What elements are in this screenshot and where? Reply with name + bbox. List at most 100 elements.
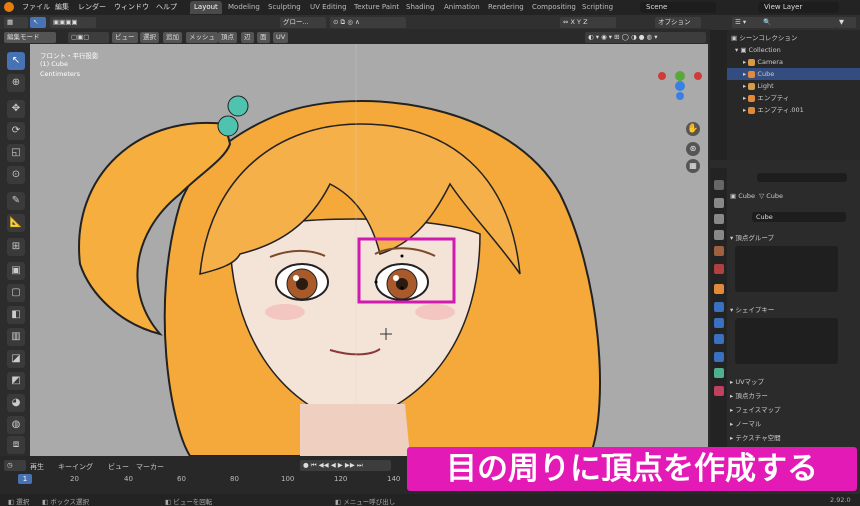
- annotate-icon[interactable]: ✎: [7, 192, 25, 210]
- poly-build-icon[interactable]: ◩: [7, 372, 25, 390]
- menu-edge[interactable]: 辺: [241, 32, 254, 43]
- menu-select[interactable]: 選択: [140, 32, 159, 43]
- menu-mesh[interactable]: メッシュ: [186, 32, 218, 43]
- menu-edit[interactable]: 編集: [55, 2, 69, 12]
- outliner-row-light[interactable]: ▸ Light: [727, 80, 860, 92]
- menu-view[interactable]: ビュー: [112, 32, 138, 43]
- vertex-colors-header[interactable]: ▸ 頂点カラー: [730, 390, 768, 400]
- cursor-icon[interactable]: ⊕: [7, 74, 25, 92]
- object-tab-icon[interactable]: [714, 284, 724, 294]
- measure-icon[interactable]: 📐: [7, 214, 25, 232]
- tab-rendering[interactable]: Rendering: [484, 1, 528, 14]
- menu-vertex[interactable]: 頂点: [218, 32, 237, 43]
- spin-icon[interactable]: ◕: [7, 394, 25, 412]
- mesh-name-field[interactable]: Cube: [752, 212, 846, 222]
- select-mode-toggle[interactable]: ▢▣▢: [68, 32, 109, 43]
- render-tab-icon[interactable]: [714, 198, 724, 208]
- tab-layout[interactable]: Layout: [190, 1, 222, 14]
- pivot-snap-buttons[interactable]: ⊙ ⧉ ◎ ∧: [330, 17, 406, 28]
- mesh-name-value: Cube: [756, 213, 773, 221]
- playback-menu[interactable]: 再生: [30, 462, 44, 472]
- particles-tab-icon[interactable]: [714, 318, 724, 328]
- shear-icon[interactable]: ⧈: [7, 436, 25, 454]
- keying-menu[interactable]: キーイング: [58, 462, 93, 472]
- options-dropdown[interactable]: オプション: [655, 17, 701, 28]
- menu-face[interactable]: 面: [257, 32, 270, 43]
- tab-shading[interactable]: Shading: [402, 1, 438, 14]
- modifier-tab-icon[interactable]: [714, 302, 724, 312]
- data-tab-icon[interactable]: [714, 368, 724, 378]
- tab-sculpting[interactable]: Sculpting: [264, 1, 305, 14]
- tab-animation[interactable]: Animation: [440, 1, 484, 14]
- menu-render[interactable]: レンダー: [78, 2, 106, 12]
- marker-menu[interactable]: マーカー: [136, 462, 164, 472]
- zoom-icon[interactable]: ✋: [686, 122, 700, 136]
- scene-collection-row[interactable]: ▣ シーンコレクション: [731, 32, 860, 44]
- perspective-toggle-icon[interactable]: ▦: [686, 159, 700, 173]
- menu-help[interactable]: ヘルプ: [156, 2, 177, 12]
- rotate-icon[interactable]: ⟳: [7, 122, 25, 140]
- select-box-icon[interactable]: ↖: [7, 52, 25, 70]
- view-menu[interactable]: ビュー: [108, 462, 129, 472]
- outliner-row-cube[interactable]: ▸ Cube: [727, 68, 860, 80]
- scene-selector[interactable]: Scene: [640, 2, 716, 13]
- playback-controls[interactable]: ● ⏮ ◀◀ ◀ ▶ ▶▶ ⏭: [300, 460, 391, 471]
- vertex-groups-header[interactable]: ▾ 頂点グループ: [730, 232, 774, 242]
- shape-keys-list[interactable]: [735, 318, 838, 364]
- view-layer-tab-icon[interactable]: [714, 230, 724, 240]
- add-cube-icon[interactable]: ⊞: [7, 238, 25, 256]
- knife-icon[interactable]: ◪: [7, 350, 25, 368]
- outliner-search[interactable]: 🔍: [760, 17, 836, 28]
- outliner-row-empty[interactable]: ▸ エンプティ: [727, 92, 860, 104]
- scale-icon[interactable]: ◱: [7, 144, 25, 162]
- tab-texture-paint[interactable]: Texture Paint: [350, 1, 403, 14]
- shading-buttons[interactable]: ◐ ▾ ◉ ▾ ⊞ ◯ ◑ ● ◍ ▾: [585, 32, 706, 43]
- bevel-icon[interactable]: ◧: [7, 306, 25, 324]
- texture-space-header[interactable]: ▸ テクスチャ空間: [730, 432, 781, 442]
- select-tool-icon[interactable]: ↖: [30, 17, 46, 28]
- tab-compositing[interactable]: Compositing: [528, 1, 580, 14]
- physics-tab-icon[interactable]: [714, 334, 724, 344]
- current-frame-indicator[interactable]: 1: [18, 474, 32, 484]
- extrude-icon[interactable]: ▣: [7, 262, 25, 280]
- blender-logo-icon[interactable]: [4, 2, 14, 12]
- world-tab-icon[interactable]: [714, 264, 724, 274]
- 3d-viewport[interactable]: フロント・平行投影 (1) Cube Centimeters ✋ ⊛ ▦: [30, 44, 708, 456]
- constraints-tab-icon[interactable]: [714, 352, 724, 362]
- mode-dropdown[interactable]: 編集モード: [4, 32, 56, 43]
- loop-cut-icon[interactable]: ▥: [7, 328, 25, 346]
- shape-keys-header[interactable]: ▾ シェイプキー: [730, 304, 774, 314]
- inset-icon[interactable]: ▢: [7, 284, 25, 302]
- editor-type-icon[interactable]: ▦: [4, 17, 28, 28]
- face-maps-header[interactable]: ▸ フェイスマップ: [730, 404, 780, 414]
- tool-tab-icon[interactable]: [714, 180, 724, 190]
- properties-search[interactable]: [757, 173, 847, 182]
- view-layer-selector[interactable]: View Layer: [758, 2, 839, 13]
- outliner-display-mode[interactable]: ☰ ▾: [732, 17, 762, 28]
- xyz-mirror-buttons[interactable]: ⇔ X Y Z: [560, 17, 616, 28]
- tab-modeling[interactable]: Modeling: [224, 1, 264, 14]
- menu-add[interactable]: 追加: [163, 32, 182, 43]
- vertex-groups-list[interactable]: [735, 246, 838, 292]
- menu-uv[interactable]: UV: [273, 32, 289, 43]
- transform-icon[interactable]: ⊙: [7, 166, 25, 184]
- tab-scripting[interactable]: Scripting: [578, 1, 617, 14]
- scene-tab-icon[interactable]: [714, 246, 724, 256]
- transform-orientation[interactable]: グロー...: [280, 17, 326, 28]
- tab-uv-editing[interactable]: UV Editing: [306, 1, 351, 14]
- uv-maps-header[interactable]: ▸ UVマップ: [730, 376, 764, 386]
- normals-header[interactable]: ▸ ノーマル: [730, 418, 761, 428]
- smooth-icon[interactable]: ◍: [7, 416, 25, 434]
- output-tab-icon[interactable]: [714, 214, 724, 224]
- select-mode-buttons[interactable]: ▣▣▣▣: [50, 17, 96, 28]
- timeline-editor-icon[interactable]: ◷: [4, 460, 26, 471]
- outliner-row-camera[interactable]: ▸ Camera: [727, 56, 860, 68]
- move-icon[interactable]: ✥: [7, 100, 25, 118]
- material-tab-icon[interactable]: [714, 386, 724, 396]
- outliner-row-collection[interactable]: ▾ ▣ Collection: [727, 44, 860, 56]
- outliner-row-empty-001[interactable]: ▸ エンプティ.001: [727, 104, 860, 116]
- camera-view-icon[interactable]: ⊛: [686, 142, 700, 156]
- filter-icon[interactable]: ▼: [836, 17, 856, 28]
- menu-window[interactable]: ウィンドウ: [114, 2, 149, 12]
- menu-file[interactable]: ファイル: [22, 2, 50, 12]
